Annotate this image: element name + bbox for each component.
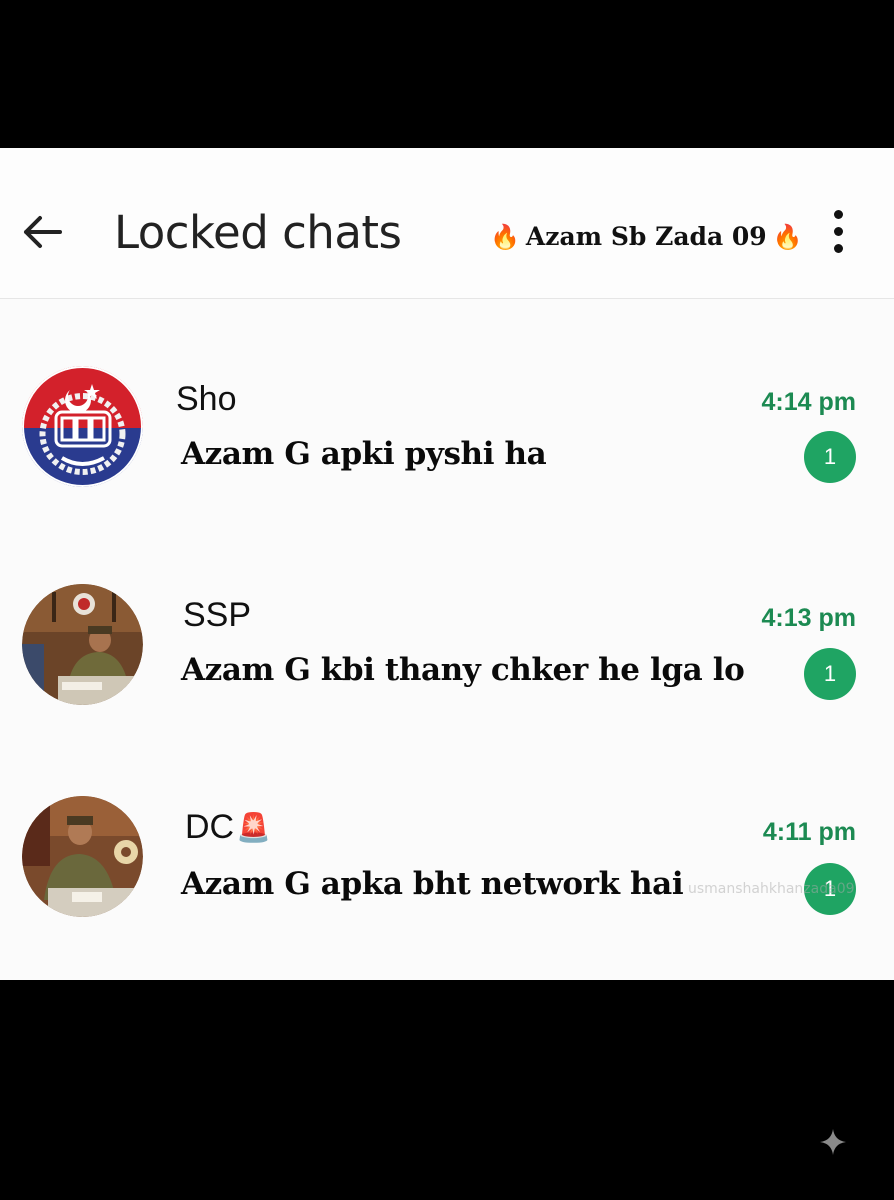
brand-text: Azam Sb Zada 09 (525, 222, 767, 251)
chat-last-message: Azam G apki pyshi ha (181, 436, 547, 472)
dc-avatar[interactable] (22, 796, 143, 917)
chat-row-ssp[interactable]: SSP Azam G kbi thany chker he lga lo 4:1… (0, 570, 894, 720)
chat-name: Sho (176, 380, 237, 418)
ssp-avatar[interactable] (22, 584, 143, 705)
top-app-bar: Locked chats 🔥 Azam Sb Zada 09 🔥 (0, 148, 894, 299)
more-options-icon[interactable] (828, 210, 850, 254)
chat-time: 4:11 pm (762, 818, 856, 846)
fire-icon: 🔥 (490, 222, 520, 251)
chat-name: DC 🚨 (185, 808, 271, 847)
chat-name: SSP (183, 596, 252, 634)
chat-last-message: Azam G apka bht network hai (181, 866, 684, 902)
chat-row-sho[interactable]: Sho Azam G apki pyshi ha 4:14 pm 1 (0, 348, 894, 498)
police-light-icon: 🚨 (236, 812, 271, 843)
chat-name-text: DC (185, 808, 235, 846)
chat-last-message: Azam G kbi thany chker he lga lo (181, 652, 745, 688)
sparkle-icon (818, 1127, 848, 1157)
chat-row-dc[interactable]: DC 🚨 Azam G apka bht network hai 4:11 pm… (0, 788, 894, 938)
brand-watermark: 🔥 Azam Sb Zada 09 🔥 (490, 222, 803, 251)
police-emblem-avatar[interactable] (22, 366, 143, 487)
fire-icon: 🔥 (772, 222, 803, 251)
page-title: Locked chats (114, 206, 402, 259)
unread-badge: 1 (804, 648, 856, 700)
chat-time: 4:14 pm (761, 388, 856, 416)
video-watermark: usmanshahkhanzada09 (688, 881, 855, 897)
chat-time: 4:13 pm (761, 604, 856, 632)
locked-chats-screen: Locked chats 🔥 Azam Sb Zada 09 🔥 Sho Aza… (0, 148, 894, 980)
back-arrow-icon[interactable] (20, 210, 64, 254)
unread-badge: 1 (804, 431, 856, 483)
